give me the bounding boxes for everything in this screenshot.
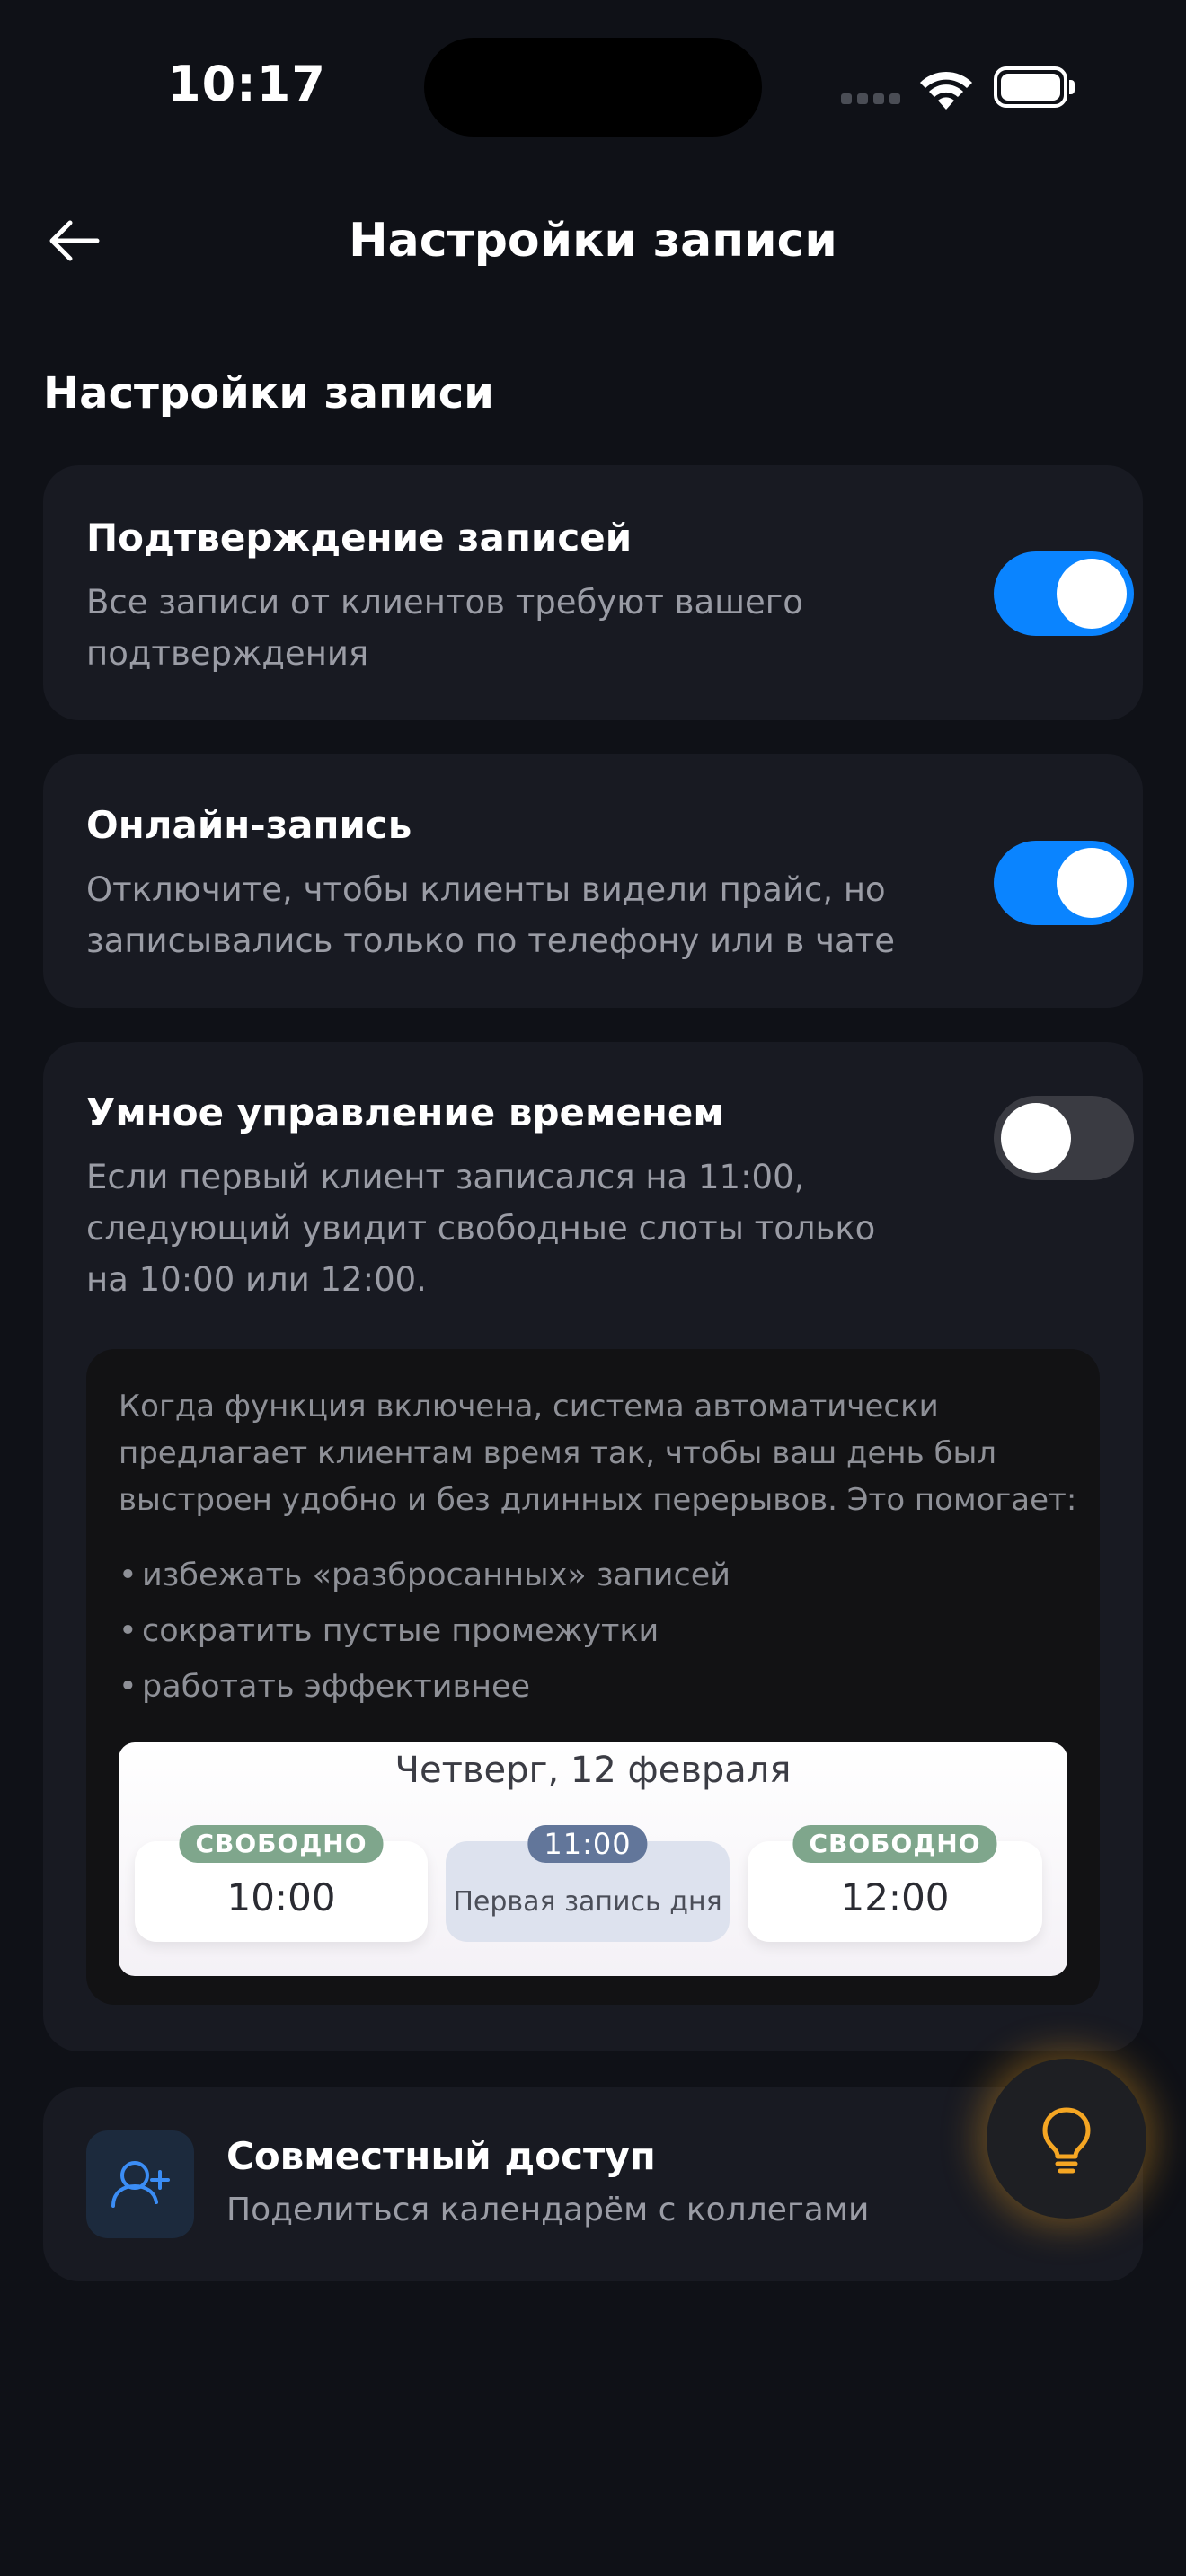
dynamic-island [424,38,762,137]
battery-icon [994,66,1075,108]
status-time: 10:17 [167,56,326,112]
shared-access-subtitle: Поделиться календарём с коллегами [226,2192,870,2228]
info-text: Когда функция включена, система автомати… [119,1389,1077,1518]
setting-description: Все записи от клиентов требуют вашего по… [86,583,803,673]
page-title: Настройки записи [349,214,837,268]
free-badge: СВОБОДНО [792,1825,997,1863]
free-badge: СВОБОДНО [179,1825,384,1863]
lightbulb-icon [1042,2107,1091,2174]
shared-access-title: Совместный доступ [226,2134,656,2178]
info-bullet: • работать эффективнее [119,1669,531,1705]
slot-caption: Первая запись дня [453,1886,722,1918]
back-arrow-icon[interactable] [45,212,102,269]
setting-title: Онлайн-запись [86,803,412,847]
slot-time: 10:00 [226,1875,336,1919]
setting-title: Умное управление временем [86,1090,724,1134]
smart-time-toggle[interactable] [994,1096,1134,1180]
setting-card-online-booking: Онлайн-запись Отключите, чтобы клиенты в… [43,754,1143,1008]
signal-icon [841,93,900,104]
setting-description: Отключите, чтобы клиенты видели прайс, н… [86,870,895,960]
shared-access-item[interactable]: Совместный доступ Поделиться календарём … [43,2087,1143,2281]
section-title: Настройки записи [43,368,494,419]
setting-card-smart-time: Умное управление временем Если первый кл… [43,1042,1143,2051]
tips-button[interactable] [987,2059,1146,2219]
confirmation-toggle[interactable] [994,551,1134,636]
status-bar: 10:17 [0,0,1186,171]
wifi-icon [920,71,972,110]
preview-date: Четверг, 12 февраля [394,1750,792,1791]
booked-slot: 11:00 Первая запись дня [446,1825,730,1942]
booked-time-badge: 11:00 [527,1825,648,1863]
add-user-icon [86,2130,194,2238]
schedule-preview-image: Четверг, 12 февраля СВОБОДНО 10:00 11:00… [119,1742,1067,1976]
setting-card-confirmation: Подтверждение записей Все записи от клие… [43,465,1143,720]
slot-time: 12:00 [840,1875,950,1919]
setting-title: Подтверждение записей [86,516,633,560]
info-bullet: • сократить пустые промежутки [119,1613,659,1649]
online-booking-toggle[interactable] [994,841,1134,925]
free-slot: СВОБОДНО 10:00 [135,1825,428,1942]
free-slot: СВОБОДНО 12:00 [748,1825,1042,1942]
info-box: Когда функция включена, система автомати… [86,1349,1100,2005]
info-bullet: • избежать «разбросанных» записей [119,1557,731,1593]
setting-description: Если первый клиент записался на 11:00, с… [86,1158,876,1299]
